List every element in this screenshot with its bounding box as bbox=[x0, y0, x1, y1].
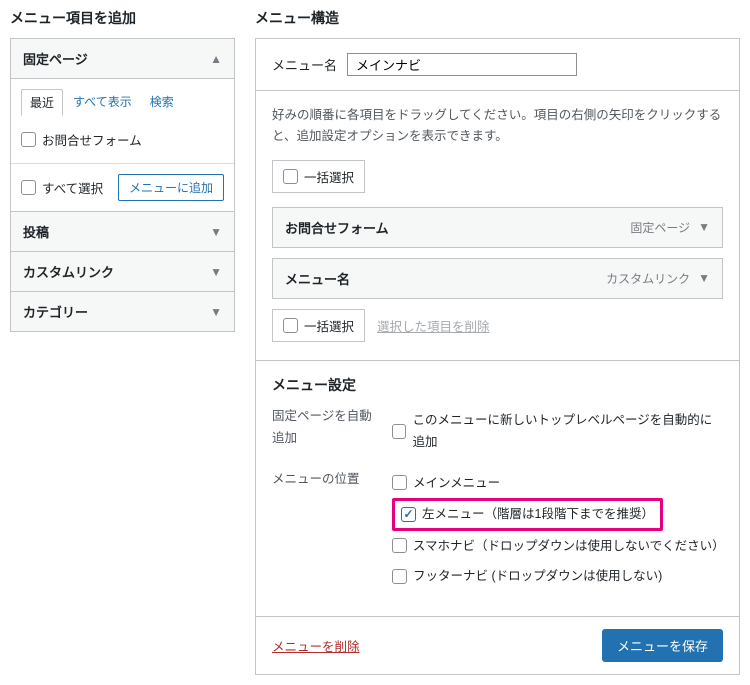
select-all-pages[interactable]: すべて選択 bbox=[21, 178, 103, 197]
location-main-checkbox[interactable] bbox=[392, 475, 407, 490]
auto-add-desc: このメニューに新しいトップレベルページを自動的に追加 bbox=[412, 409, 723, 454]
add-to-menu-button[interactable]: メニューに追加 bbox=[118, 174, 224, 201]
pages-panel-header[interactable]: 固定ページ ▲ bbox=[11, 39, 234, 78]
bulk-select-bottom-checkbox[interactable] bbox=[283, 318, 298, 333]
location-footer[interactable]: フッターナビ (ドロップダウンは使用しない) bbox=[392, 561, 723, 592]
tab-search[interactable]: 検索 bbox=[142, 89, 182, 116]
select-all-checkbox[interactable] bbox=[21, 180, 36, 195]
tab-recent[interactable]: 最近 bbox=[21, 89, 63, 116]
location-footer-label: フッターナビ (ドロップダウンは使用しない) bbox=[413, 565, 662, 588]
location-main-label: メインメニュー bbox=[413, 472, 500, 495]
menu-item[interactable]: お問合せフォーム 固定ページ ▼ bbox=[272, 207, 723, 248]
auto-add-option[interactable]: このメニューに新しいトップレベルページを自動的に追加 bbox=[392, 405, 723, 458]
chevron-down-icon: ▼ bbox=[210, 265, 222, 279]
location-main[interactable]: メインメニュー bbox=[392, 468, 723, 499]
chevron-down-icon[interactable]: ▼ bbox=[698, 220, 710, 234]
chevron-up-icon: ▲ bbox=[210, 52, 222, 66]
custom-link-panel-header[interactable]: カスタムリンク ▼ bbox=[11, 252, 234, 291]
location-sp[interactable]: スマホナビ（ドロップダウンは使用しないでください） bbox=[392, 531, 723, 562]
menu-settings-title: メニュー設定 bbox=[256, 360, 739, 405]
chevron-down-icon: ▼ bbox=[210, 225, 222, 239]
menu-item-title: お問合せフォーム bbox=[285, 218, 389, 237]
location-sp-label: スマホナビ（ドロップダウンは使用しないでください） bbox=[413, 535, 723, 558]
menu-item[interactable]: メニュー名 カスタムリンク ▼ bbox=[272, 258, 723, 299]
bulk-select-bottom[interactable]: 一括選択 bbox=[272, 309, 365, 342]
delete-menu-link[interactable]: メニューを削除 bbox=[272, 636, 360, 655]
auto-add-checkbox[interactable] bbox=[392, 424, 406, 439]
chevron-down-icon[interactable]: ▼ bbox=[698, 271, 710, 285]
menu-item-title: メニュー名 bbox=[285, 269, 350, 288]
bulk-select-bottom-label: 一括選択 bbox=[304, 316, 354, 335]
location-left-label: 左メニュー（階層は1段階下までを推奨） bbox=[422, 503, 654, 526]
tab-all[interactable]: すべて表示 bbox=[65, 89, 140, 116]
bulk-select-top-label: 一括選択 bbox=[304, 167, 354, 186]
drag-help-text: 好みの順番に各項目をドラッグしてください。項目の右側の矢印をクリックすると、追加… bbox=[272, 105, 723, 148]
location-footer-checkbox[interactable] bbox=[392, 569, 407, 584]
location-left-highlight: 左メニュー（階層は1段階下までを推奨） bbox=[392, 498, 663, 531]
category-panel-header[interactable]: カテゴリー ▼ bbox=[11, 292, 234, 331]
location-sp-checkbox[interactable] bbox=[392, 538, 407, 553]
menu-edit-panel: メニュー名 好みの順番に各項目をドラッグしてください。項目の右側の矢印をクリック… bbox=[255, 38, 740, 675]
pages-tabs: 最近 すべて表示 検索 bbox=[21, 89, 224, 116]
bulk-select-top[interactable]: 一括選択 bbox=[272, 160, 365, 193]
location-left-checkbox[interactable] bbox=[401, 507, 416, 522]
bulk-select-top-checkbox[interactable] bbox=[283, 169, 298, 184]
add-items-accordion: 固定ページ ▲ 最近 すべて表示 検索 お問合せフォーム bbox=[10, 38, 235, 332]
select-all-label: すべて選択 bbox=[42, 178, 103, 197]
posts-panel-header[interactable]: 投稿 ▼ bbox=[11, 212, 234, 251]
save-menu-button[interactable]: メニューを保存 bbox=[602, 629, 723, 662]
menu-item-type: カスタムリンク bbox=[606, 270, 690, 287]
custom-link-panel-label: カスタムリンク bbox=[23, 262, 114, 281]
page-item-checkbox[interactable] bbox=[21, 132, 36, 147]
add-items-title: メニュー項目を追加 bbox=[10, 8, 235, 28]
pages-panel-label: 固定ページ bbox=[23, 49, 88, 68]
category-panel-label: カテゴリー bbox=[23, 302, 88, 321]
auto-add-label: 固定ページを自動追加 bbox=[272, 405, 384, 450]
posts-panel-label: 投稿 bbox=[23, 222, 49, 241]
location-label: メニューの位置 bbox=[272, 468, 384, 491]
chevron-down-icon: ▼ bbox=[210, 305, 222, 319]
menu-name-input[interactable] bbox=[347, 53, 577, 76]
remove-selected-link: 選択した項目を削除 bbox=[377, 316, 490, 335]
menu-structure-title: メニュー構造 bbox=[255, 8, 740, 28]
page-item-row[interactable]: お問合せフォーム bbox=[21, 126, 224, 153]
page-item-label: お問合せフォーム bbox=[42, 130, 142, 149]
menu-name-label: メニュー名 bbox=[272, 55, 337, 74]
menu-item-type: 固定ページ bbox=[630, 219, 690, 236]
location-left[interactable]: 左メニュー（階層は1段階下までを推奨） bbox=[401, 503, 654, 526]
